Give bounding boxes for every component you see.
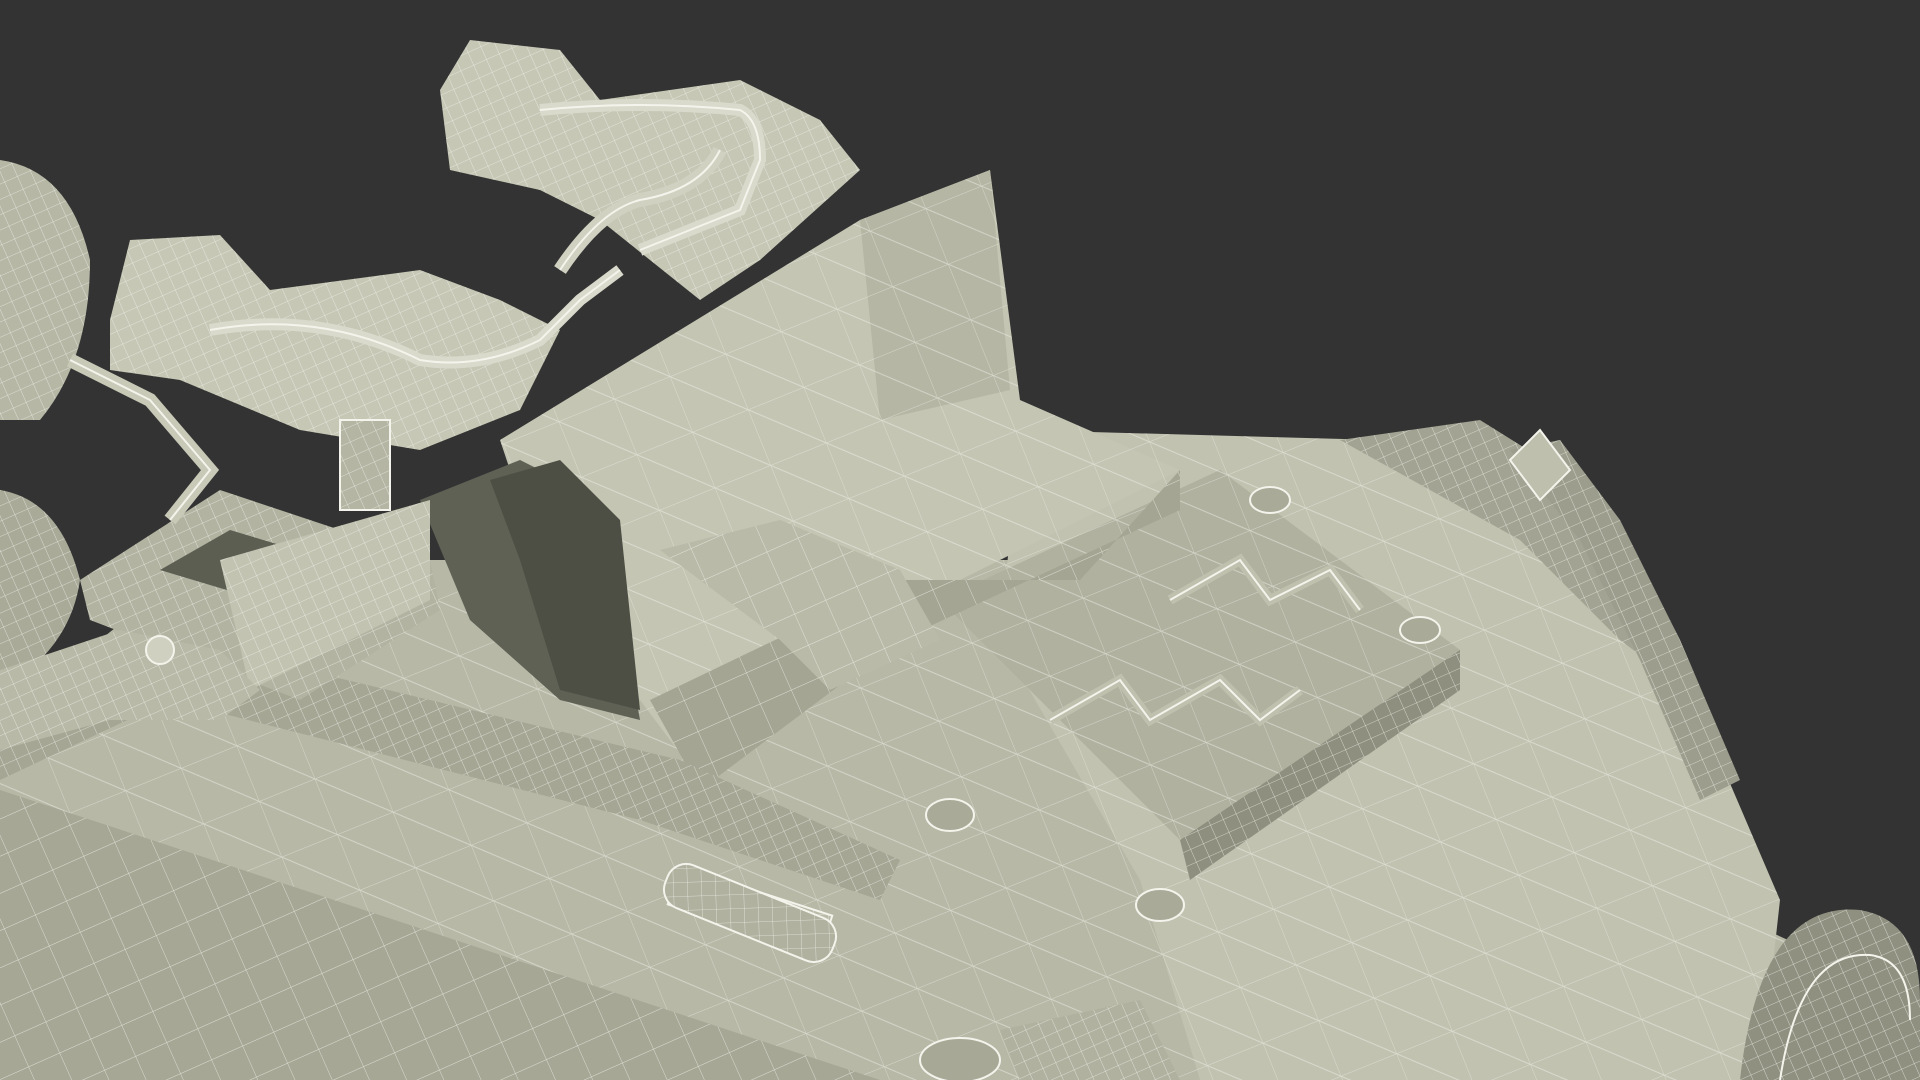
render-viewport [0,0,1920,1080]
wireframe-render [0,0,1920,1080]
support-post [339,419,391,511]
